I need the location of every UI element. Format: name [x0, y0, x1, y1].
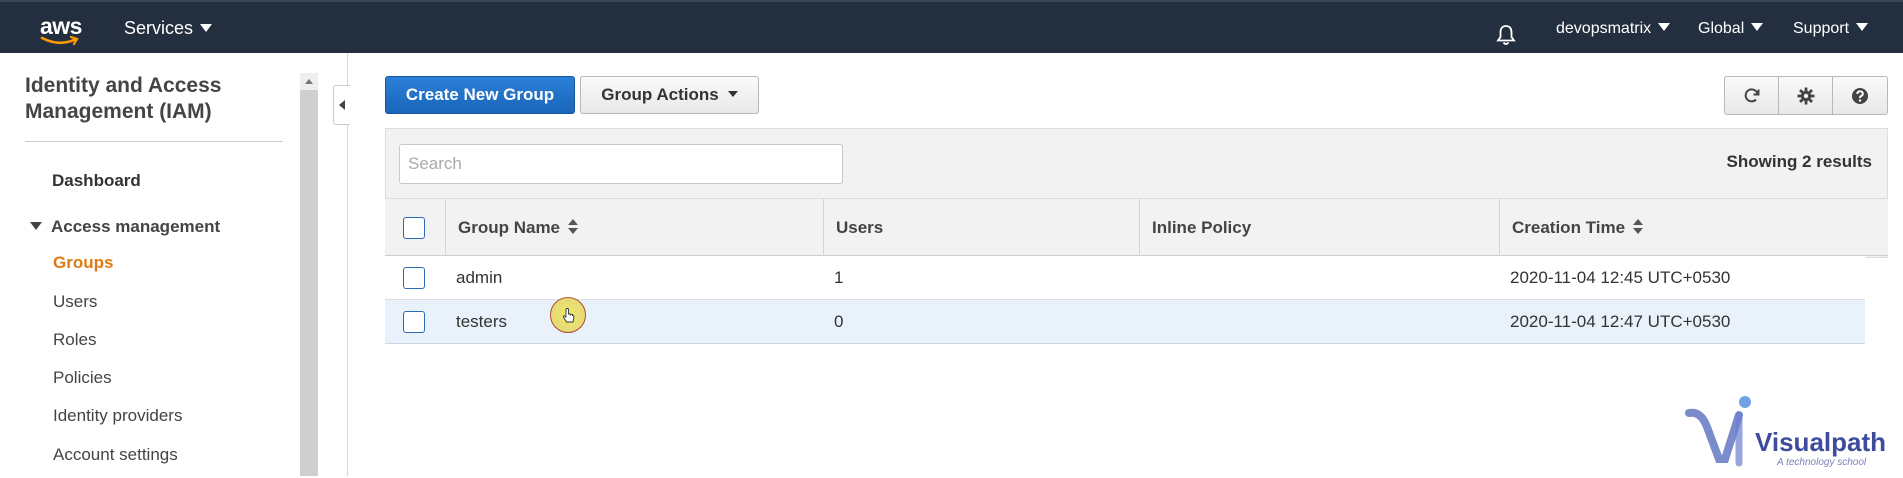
support-menu[interactable]: Support [1793, 2, 1869, 55]
users-count: 1 [834, 268, 844, 287]
sort-icon [568, 219, 579, 235]
visualpath-logo-icon [1685, 396, 1751, 467]
column-label: Creation Time [1512, 218, 1626, 237]
refresh-icon [1744, 88, 1760, 103]
aws-logo[interactable]: aws [36, 10, 88, 46]
chevron-down-icon [1658, 23, 1671, 31]
watermark-tagline: A technology school [1777, 457, 1867, 468]
account-menu[interactable]: devopsmatrix [1556, 2, 1671, 55]
table-row[interactable]: testers 0 2020-11-04 12:47 UTC+0530 [385, 300, 1865, 344]
group-name-link[interactable]: testers [456, 300, 507, 344]
aws-smile-icon [40, 36, 79, 46]
sidebar-item-roles[interactable]: Roles [53, 330, 96, 350]
table-row[interactable]: admin 1 2020-11-04 12:45 UTC+0530 [385, 256, 1865, 300]
select-all-cell [385, 199, 445, 257]
sidebar-item-dashboard[interactable]: Dashboard [52, 171, 141, 191]
users-count: 0 [834, 312, 844, 331]
scroll-up-arrow-icon[interactable] [300, 73, 318, 91]
chevron-down-icon [1856, 23, 1869, 31]
chevron-down-icon [1751, 23, 1764, 31]
sidebar-title: Identity and Access Management (IAM) [25, 74, 222, 123]
sort-icon [1633, 219, 1644, 235]
settings-button[interactable] [1778, 76, 1833, 115]
gear-icon [1797, 87, 1815, 105]
sidebar-item-policies[interactable]: Policies [53, 368, 112, 388]
account-label: devopsmatrix [1556, 20, 1652, 37]
help-icon [1852, 88, 1868, 104]
column-header-group-name[interactable]: Group Name [445, 199, 823, 257]
services-label: Services [124, 18, 194, 38]
region-label: Global [1698, 20, 1745, 37]
watermark-brand: Visualpath [1755, 427, 1887, 457]
column-header-inline-policy: Inline Policy [1139, 199, 1499, 257]
help-button[interactable] [1832, 76, 1888, 115]
chevron-down-icon [727, 91, 738, 97]
sidebar-item-groups[interactable]: Groups [53, 253, 113, 273]
section-label: Access management [51, 217, 221, 236]
group-name-link[interactable]: admin [456, 256, 502, 300]
group-actions-label: Group Actions [601, 85, 719, 104]
sidebar-divider [25, 141, 283, 142]
create-new-group-button[interactable]: Create New Group [385, 76, 575, 114]
services-menu[interactable]: Services [124, 2, 213, 55]
visualpath-watermark: Visualpath A technology school [1685, 393, 1890, 473]
support-label: Support [1793, 20, 1850, 37]
sidebar-section-access-management[interactable]: Access management [30, 217, 220, 237]
row-checkbox[interactable] [403, 311, 425, 333]
row-checkbox[interactable] [403, 267, 425, 289]
top-navigation-bar: aws Services devopsmatrix Global Support [0, 0, 1903, 53]
group-actions-dropdown[interactable]: Group Actions [580, 76, 759, 114]
hand-pointer-icon [562, 308, 575, 323]
caret-down-icon [30, 222, 42, 230]
column-header-creation-time[interactable]: Creation Time [1499, 199, 1888, 257]
refresh-button[interactable] [1724, 76, 1779, 115]
column-header-users: Users [823, 199, 1139, 257]
sidebar-item-account-settings[interactable]: Account settings [53, 445, 178, 465]
sidebar-item-identity-providers[interactable]: Identity providers [53, 406, 182, 426]
table-header: Group Name Users Inline Policy Creation … [385, 198, 1888, 257]
select-all-checkbox[interactable] [403, 217, 425, 239]
creation-time: 2020-11-04 12:45 UTC+0530 [1510, 268, 1731, 287]
sidebar-item-users[interactable]: Users [53, 292, 97, 312]
bell-icon[interactable] [1494, 16, 1520, 45]
sidebar: Identity and Access Management (IAM) Das… [0, 53, 318, 476]
chevron-down-icon [200, 24, 213, 32]
creation-time: 2020-11-04 12:47 UTC+0530 [1510, 312, 1731, 331]
column-label: Group Name [458, 218, 561, 237]
search-input[interactable] [399, 144, 843, 184]
collapse-sidebar-button[interactable] [333, 85, 350, 125]
region-menu[interactable]: Global [1698, 2, 1764, 55]
sidebar-scrollbar[interactable] [300, 73, 318, 476]
results-count: Showing 2 results [1726, 152, 1872, 171]
mouse-cursor-highlight [550, 297, 586, 333]
